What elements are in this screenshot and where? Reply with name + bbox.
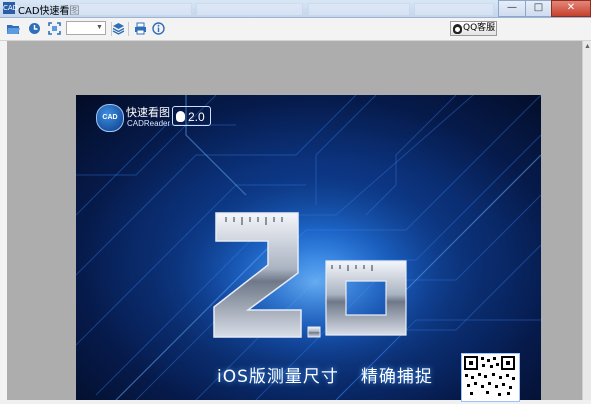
scroll-up-icon[interactable]: ▲ <box>584 43 591 50</box>
title-bar: CAD CAD快速看图 — □ ✕ <box>0 0 591 18</box>
app-icon: CAD <box>3 2 19 14</box>
zoom-select[interactable]: ▼ <box>66 21 106 35</box>
apple-icon <box>176 111 185 122</box>
fit-screen-icon[interactable] <box>47 21 62 36</box>
qr-code <box>461 353 520 402</box>
minimize-button[interactable]: — <box>498 0 526 17</box>
canvas-margin <box>0 41 7 400</box>
qq-support-label: QQ客服 <box>463 23 496 33</box>
qr-code-pattern <box>464 356 515 396</box>
version-dot-glyph <box>307 326 321 338</box>
info-icon[interactable] <box>151 21 166 36</box>
background-tab[interactable] <box>414 3 494 16</box>
maximize-button[interactable]: □ <box>525 0 552 17</box>
tagline-left: iOS版测量尺寸 <box>217 367 339 387</box>
layers-icon[interactable] <box>111 21 126 36</box>
background-tab[interactable] <box>196 3 303 16</box>
toolbar: ▼ QQ客服 <box>0 18 591 41</box>
background-tab[interactable] <box>308 3 410 16</box>
print-icon[interactable] <box>133 21 148 36</box>
cad-logo: CAD <box>96 104 124 132</box>
logo-subtitle: CADReader <box>127 119 171 128</box>
toolbar-separator <box>128 22 129 36</box>
chevron-down-icon[interactable]: ▼ <box>95 23 104 33</box>
version-badge: 2.0 <box>172 106 211 126</box>
qq-penguin-icon <box>453 23 462 34</box>
tagline-right: 精确捕捉 <box>360 367 433 387</box>
poster-tagline: iOS版测量尺寸 精确捕捉 <box>217 362 433 387</box>
qq-support-button[interactable]: QQ客服 <box>450 21 497 36</box>
close-button[interactable]: ✕ <box>551 0 591 17</box>
version-badge-text: 2.0 <box>188 110 205 124</box>
open-folder-icon[interactable] <box>6 21 21 36</box>
history-icon[interactable] <box>27 21 42 36</box>
background-tab[interactable] <box>70 3 192 16</box>
logo-title: 快速看图 <box>126 106 170 119</box>
vertical-scrollbar[interactable]: ▲ <box>582 41 591 400</box>
